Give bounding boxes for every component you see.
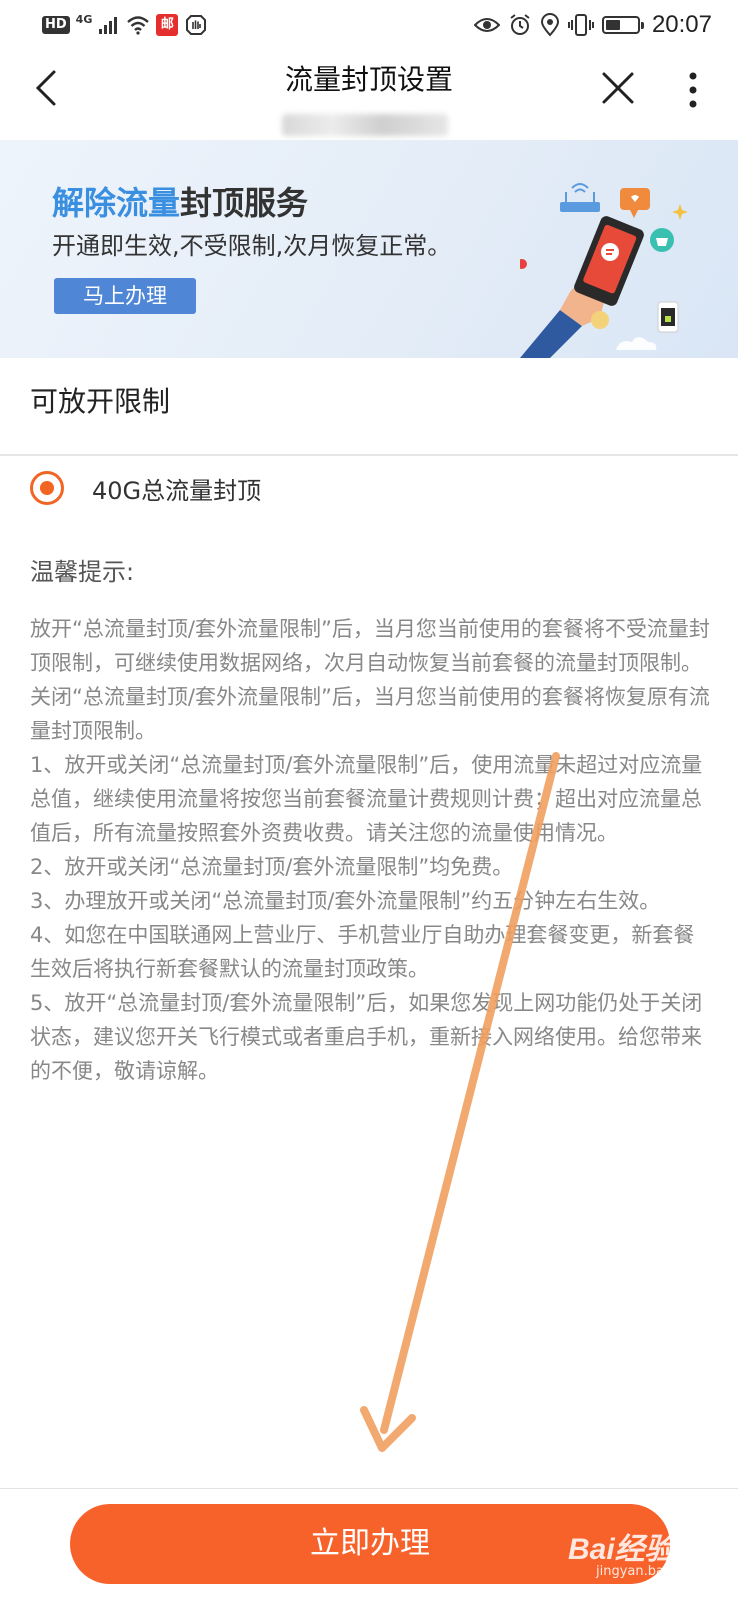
watermark-logo: Bai经验 [568,1533,675,1566]
banner-apply-button[interactable]: 马上办理 [54,278,196,314]
signal-icon [99,17,118,34]
status-bar-left: HD 4G 邮 [42,12,208,38]
vibrate-icon [567,14,594,36]
option-40g-cap[interactable]: 40G总流量封顶 [30,468,710,508]
wifi-icon [127,16,150,35]
tips-paragraph: 5、放开“总流量封顶/套外流量限制”后，如果您发现上网功能仍处于关闭状态，建议您… [30,991,703,1083]
tips-body: 放开“总流量封顶/套外流量限制”后，当月您当前使用的套餐将不受流量封顶限制，可继… [30,612,710,1088]
status-bar-right: 20:07 [473,10,712,40]
bottom-divider [0,1488,738,1489]
phone-illustration [520,183,688,358]
alarm-icon [510,14,530,35]
network-type: 4G [75,12,93,26]
blurred-phone-number [282,114,448,136]
location-icon [540,13,559,37]
tips-paragraph: 4、如您在中国联通网上营业厅、手机营业厅自助办理套餐变更，新套餐生效后将执行新套… [30,923,695,981]
globe-icon [591,311,609,329]
tips-paragraph: 3、办理放开或关闭“总流量封顶/套外流量限制”约五分钟左右生效。 [30,889,661,913]
banner-title-highlight: 解除流量 [52,184,181,222]
battery-icon [601,16,644,34]
nav-bar: 流量封顶设置 [0,50,738,140]
chat-bubble-icon [620,188,650,218]
banner-title-rest: 封顶服务 [180,184,309,222]
mail-badge: 邮 [156,14,179,36]
divider [0,454,738,456]
eye-icon [473,18,500,32]
promo-banner[interactable]: 解除流量封顶服务 开通即生效,不受限制,次月恢复正常。 马上办理 [0,140,738,358]
banner-title: 解除流量封顶服务 [52,178,308,224]
more-icon[interactable] [678,70,708,110]
status-bar: HD 4G 邮 20:07 [0,0,738,50]
router-icon [560,183,600,212]
watermark: Bai经验 jingyan.baidu.com [568,1524,718,1584]
hand-icon [186,15,207,35]
radio-selected-icon[interactable] [30,471,64,505]
tips-paragraph: 1、放开或关闭“总流量封顶/套外流量限制”后，使用流量未超过对应流量总值，继续使… [30,753,703,845]
hd-indicator: HD [42,16,70,34]
small-phone-icon [657,301,679,333]
section-title: 可放开限制 [30,385,171,418]
option-label: 40G总流量封顶 [92,476,262,505]
tips-paragraph: 2、放开或关闭“总流量封顶/套外流量限制”均免费。 [30,855,514,879]
tips-paragraph: 放开“总流量封顶/套外流量限制”后，当月您当前使用的套餐将不受流量封顶限制，可继… [30,617,710,743]
close-icon[interactable] [598,68,638,108]
banner-description: 开通即生效,不受限制,次月恢复正常。 [52,232,452,260]
watermark-url: jingyan.baidu.com [596,1564,716,1579]
hand-holding-phone-icon [520,216,644,358]
clock: 20:07 [651,11,712,38]
tips-title: 温馨提示: [30,558,135,586]
